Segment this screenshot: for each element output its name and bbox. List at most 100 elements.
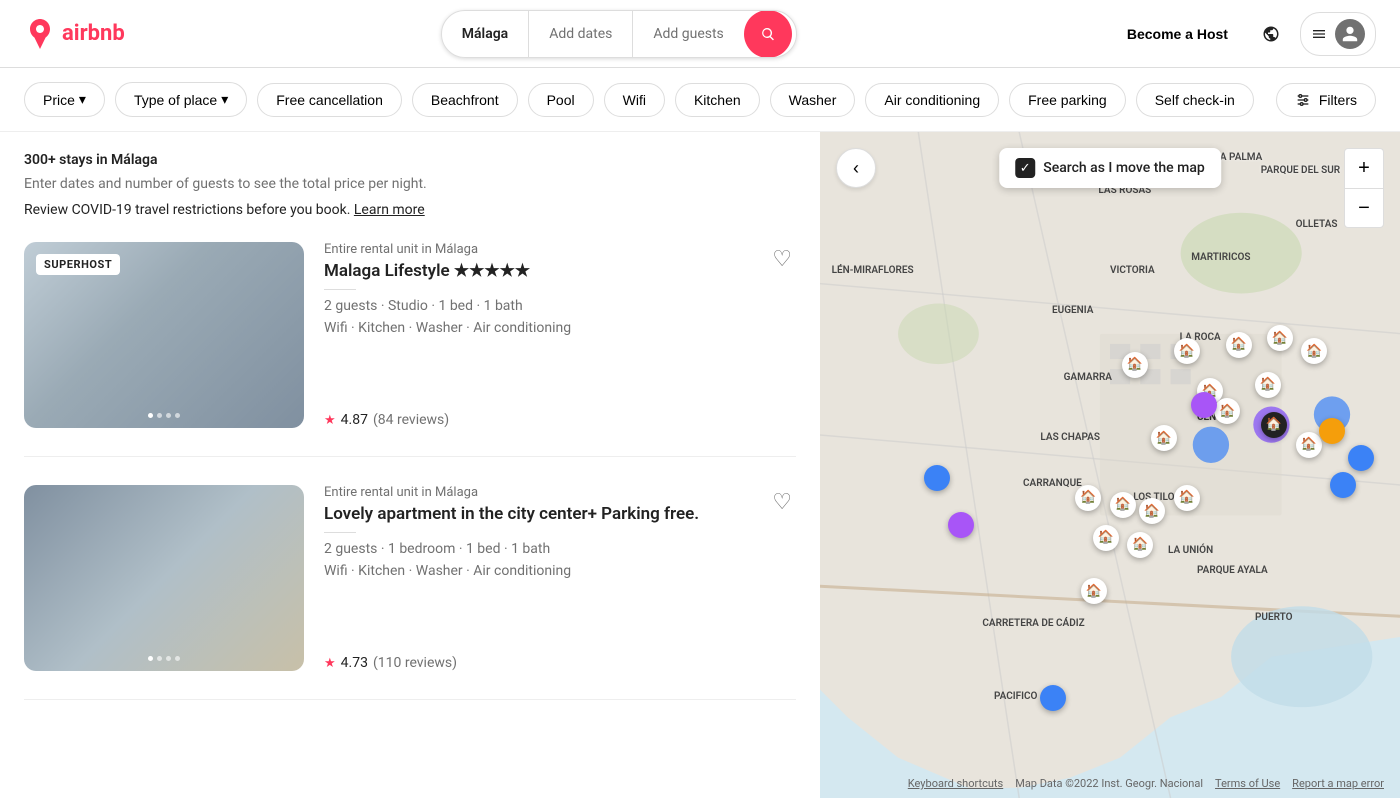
dot bbox=[157, 413, 162, 418]
map-label: PARQUE AYALA bbox=[1197, 565, 1268, 576]
dot bbox=[148, 656, 153, 661]
dot bbox=[166, 413, 171, 418]
keyboard-shortcuts-link[interactable]: Keyboard shortcuts bbox=[908, 777, 1003, 790]
kitchen-filter-button[interactable]: Kitchen bbox=[675, 83, 760, 117]
search-as-i-move-checkbox[interactable]: Search as I move the map bbox=[999, 148, 1221, 188]
map-data-label: Map Data ©2022 Inst. Geogr. Nacional bbox=[1015, 777, 1203, 790]
image-dots bbox=[148, 656, 180, 661]
map-label: CARRETERA DE CÁDIZ bbox=[982, 618, 1084, 629]
map-label: LA PALMA bbox=[1214, 152, 1262, 163]
dot bbox=[148, 413, 153, 418]
heart-icon: ♡ bbox=[772, 489, 792, 514]
star-icon: ★ bbox=[324, 413, 336, 428]
map-marker[interactable]: 🏠 bbox=[1093, 525, 1119, 551]
map-marker[interactable]: 🏠 bbox=[1174, 485, 1200, 511]
map-panel[interactable]: LA PALMA PARQUE DEL SUR OLLETAS LÉN-MIRA… bbox=[820, 132, 1400, 798]
map-marker-blue[interactable] bbox=[1040, 685, 1066, 711]
rating-count: (110 reviews) bbox=[373, 655, 457, 671]
superhost-badge: SUPERHOST bbox=[36, 254, 120, 275]
listing-card[interactable]: ♡ Entire rental unit in Málaga Lovely ap… bbox=[24, 485, 796, 700]
listing-rating: ★ 4.73 (110 reviews) bbox=[324, 643, 796, 671]
listing-image-2[interactable] bbox=[24, 485, 304, 671]
map-marker[interactable]: 🏠 bbox=[1296, 432, 1322, 458]
listing-amenities: Wifi · Kitchen · Washer · Air conditioni… bbox=[324, 563, 796, 579]
pool-filter-button[interactable]: Pool bbox=[528, 83, 594, 117]
chevron-left-icon: ‹ bbox=[853, 158, 859, 179]
logo[interactable]: airbnb bbox=[24, 18, 125, 50]
map-zoom-controls: + − bbox=[1344, 148, 1384, 228]
listing-divider bbox=[324, 532, 356, 533]
map-label: PUERTO bbox=[1255, 612, 1293, 623]
become-host-button[interactable]: Become a Host bbox=[1113, 16, 1242, 52]
listing-card[interactable]: SUPERHOST ♡ Entire rental unit in Málaga… bbox=[24, 242, 796, 457]
air-conditioning-filter-button[interactable]: Air conditioning bbox=[865, 83, 999, 117]
self-check-in-filter-button[interactable]: Self check-in bbox=[1136, 83, 1254, 117]
listing-divider bbox=[324, 289, 356, 290]
globe-button[interactable] bbox=[1254, 17, 1288, 51]
favorite-button[interactable]: ♡ bbox=[768, 242, 796, 276]
search-guests[interactable]: Add guests bbox=[633, 11, 743, 57]
left-panel: 300+ stays in Málaga Enter dates and num… bbox=[0, 132, 820, 798]
header-right: Become a Host bbox=[1113, 12, 1376, 56]
listing-details: 2 guests · Studio · 1 bed · 1 bath bbox=[324, 298, 796, 314]
free-parking-filter-button[interactable]: Free parking bbox=[1009, 83, 1126, 117]
covid-notice: Review COVID-19 travel restrictions befo… bbox=[24, 202, 796, 218]
map-marker[interactable]: 🏠 bbox=[1122, 352, 1148, 378]
map-marker[interactable]: 🏠 bbox=[1110, 492, 1136, 518]
listing-image-1[interactable]: SUPERHOST bbox=[24, 242, 304, 428]
zoom-in-button[interactable]: + bbox=[1344, 148, 1384, 188]
dot bbox=[175, 656, 180, 661]
map-marker[interactable]: 🏠 bbox=[1267, 325, 1293, 351]
listing-title: Lovely apartment in the city center+ Par… bbox=[324, 504, 796, 524]
map-marker-yellow[interactable] bbox=[1319, 418, 1345, 444]
map-label: LA UNIÓN bbox=[1168, 545, 1213, 556]
map-marker-purple[interactable] bbox=[948, 512, 974, 538]
map-back-button[interactable]: ‹ bbox=[836, 148, 876, 188]
airbnb-logo-icon bbox=[24, 18, 56, 50]
map-label: EUGENIA bbox=[1052, 305, 1093, 316]
terms-of-use-link[interactable]: Terms of Use bbox=[1215, 777, 1280, 790]
map-marker-purple[interactable] bbox=[1191, 392, 1217, 418]
map-label: CARRANQUE bbox=[1023, 478, 1082, 489]
price-filter-button[interactable]: Price ▾ bbox=[24, 82, 105, 117]
map-marker-blue[interactable] bbox=[1348, 445, 1374, 471]
all-filters-button[interactable]: Filters bbox=[1276, 83, 1376, 117]
map-marker[interactable]: 🏠 bbox=[1255, 372, 1281, 398]
user-menu[interactable] bbox=[1300, 12, 1376, 56]
map-marker[interactable]: 🏠 bbox=[1151, 425, 1177, 451]
rating-count: (84 reviews) bbox=[373, 412, 449, 428]
chevron-down-icon: ▾ bbox=[79, 91, 86, 108]
listing-type: Entire rental unit in Málaga bbox=[324, 485, 796, 500]
heart-icon: ♡ bbox=[772, 246, 792, 271]
user-icon bbox=[1341, 25, 1359, 43]
map-label: MARTIRICOS bbox=[1191, 252, 1250, 263]
dot bbox=[157, 656, 162, 661]
listing-info-2: ♡ Entire rental unit in Málaga Lovely ap… bbox=[324, 485, 796, 671]
map-marker[interactable]: 🏠 bbox=[1075, 485, 1101, 511]
washer-filter-button[interactable]: Washer bbox=[770, 83, 856, 117]
report-map-error-link[interactable]: Report a map error bbox=[1292, 777, 1384, 790]
learn-more-link[interactable]: Learn more bbox=[354, 202, 425, 218]
chevron-down-icon: ▾ bbox=[221, 91, 228, 108]
listing-type: Entire rental unit in Málaga bbox=[324, 242, 796, 257]
map-marker-blue[interactable] bbox=[1330, 472, 1356, 498]
search-button[interactable] bbox=[744, 10, 792, 58]
map-marker[interactable]: 🏠 bbox=[1226, 332, 1252, 358]
avatar bbox=[1335, 19, 1365, 49]
search-bar[interactable]: Málaga Add dates Add guests bbox=[441, 10, 797, 58]
search-dates[interactable]: Add dates bbox=[529, 11, 633, 57]
beachfront-filter-button[interactable]: Beachfront bbox=[412, 83, 518, 117]
map-label: GAMARRA bbox=[1064, 372, 1112, 383]
map-marker[interactable]: 🏠 bbox=[1127, 532, 1153, 558]
favorite-button[interactable]: ♡ bbox=[768, 485, 796, 519]
results-count: 300+ stays in Málaga bbox=[24, 152, 796, 168]
search-location[interactable]: Málaga bbox=[442, 11, 529, 57]
listing-title: Malaga Lifestyle ★★★★★ bbox=[324, 261, 796, 281]
free-cancellation-filter-button[interactable]: Free cancellation bbox=[257, 83, 402, 117]
map-marker-active[interactable]: 🏠 bbox=[1261, 412, 1287, 438]
wifi-filter-button[interactable]: Wifi bbox=[604, 83, 665, 117]
map-label: VICTORIA bbox=[1110, 265, 1155, 276]
type-of-place-filter-button[interactable]: Type of place ▾ bbox=[115, 82, 247, 117]
search-icon bbox=[760, 26, 776, 42]
zoom-out-button[interactable]: − bbox=[1344, 188, 1384, 228]
